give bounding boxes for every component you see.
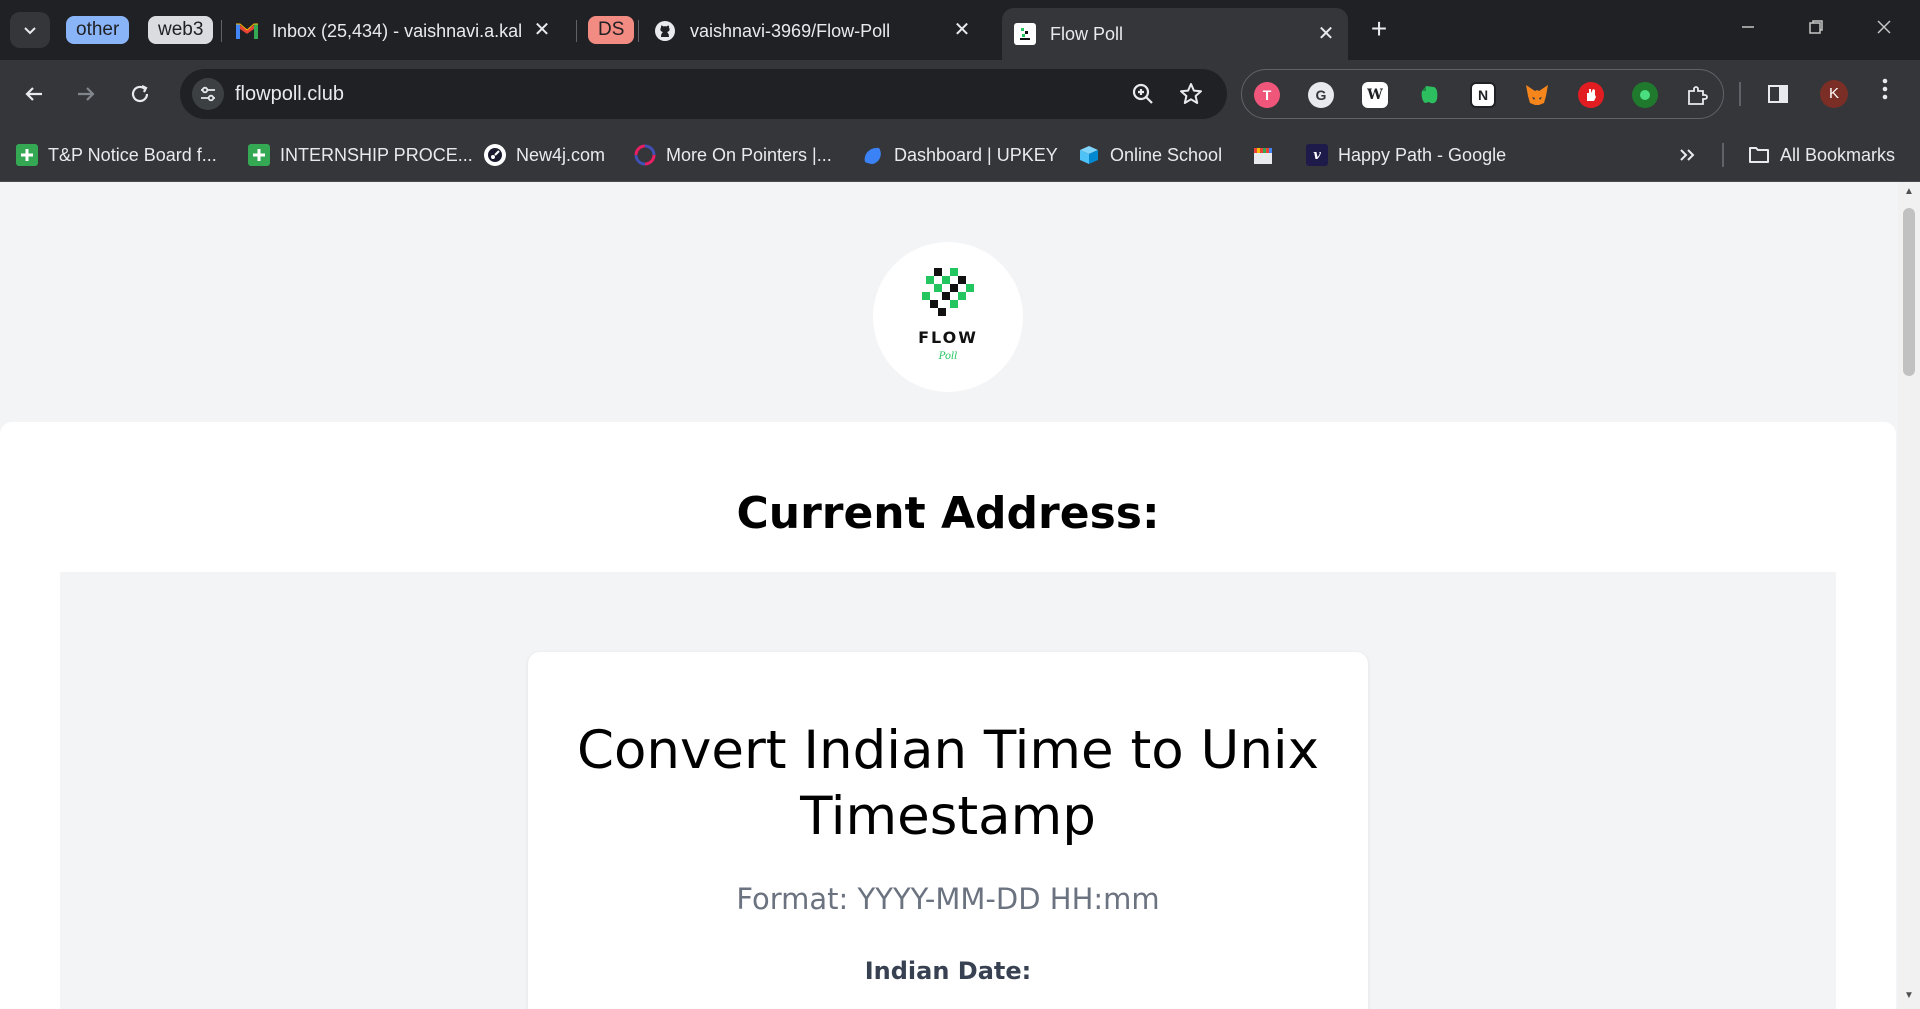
toolbar-divider <box>1739 82 1741 106</box>
back-button[interactable] <box>16 76 52 112</box>
flow-poll-logo[interactable]: FLOW Poll <box>873 242 1023 392</box>
scroll-up-icon[interactable]: ▲ <box>1903 186 1915 198</box>
scrollbar-thumb[interactable] <box>1903 208 1915 376</box>
zoom-icon[interactable] <box>1130 81 1156 107</box>
tune-icon <box>201 86 215 102</box>
adblock-hand-icon[interactable] <box>1578 82 1604 108</box>
tab-title: Inbox (25,434) - vaishnavi.a.kale <box>272 20 522 41</box>
tab-group-ds[interactable]: DS <box>588 16 635 44</box>
extension-green-dot-icon[interactable] <box>1632 82 1658 108</box>
bookmark-online-school[interactable]: Online School <box>1078 140 1222 170</box>
wikipedia-icon[interactable]: W <box>1362 82 1388 108</box>
bookmark-internship-process[interactable]: INTERNSHIP PROCE... <box>248 140 473 170</box>
bookmarks-overflow-button[interactable] <box>1678 140 1696 170</box>
arrow-right-icon <box>78 87 95 101</box>
evernote-icon[interactable] <box>1416 82 1442 108</box>
chevron-down-icon <box>24 27 36 35</box>
flowpoll-favicon <box>1014 23 1036 45</box>
reload-button[interactable] <box>122 76 158 112</box>
extension-pink-icon[interactable]: T <box>1254 82 1280 108</box>
restore-icon[interactable] <box>1801 14 1831 44</box>
folder-icon <box>1748 144 1770 166</box>
close-tab-icon[interactable]: ✕ <box>1316 24 1336 44</box>
bookmark-star-icon[interactable] <box>1178 81 1204 107</box>
all-bookmarks-button[interactable]: All Bookmarks <box>1748 140 1895 170</box>
profile-avatar[interactable]: K <box>1820 80 1848 108</box>
tab-gmail[interactable]: Inbox (25,434) - vaishnavi.a.kale ✕ <box>236 10 562 52</box>
indian-date-label: Indian Date: <box>864 957 1032 985</box>
time-converter-card: Convert Indian Time to Unix Timestamp Fo… <box>528 652 1368 1009</box>
minimize-icon[interactable] <box>1733 14 1763 44</box>
tab-title: vaishnavi-3969/Flow-Poll <box>690 20 891 41</box>
extensions-tray: T G W N <box>1241 69 1724 119</box>
puzzle-icon[interactable] <box>1684 82 1710 108</box>
sheets-icon <box>248 144 270 166</box>
pointers-icon <box>634 144 656 166</box>
tab-separator <box>638 20 639 42</box>
omnibox[interactable] <box>180 69 1227 119</box>
converter-section: Convert Indian Time to Unix Timestamp Fo… <box>60 572 1836 1009</box>
bookmark-happy-path[interactable]: v Happy Path - Google <box>1306 140 1506 170</box>
bookmarks-bar: T&P Notice Board f... INTERNSHIP PROCE..… <box>0 128 1920 182</box>
sheets-icon <box>16 144 38 166</box>
store-icon <box>1252 144 1274 166</box>
tab-group-web3[interactable]: web3 <box>148 16 214 44</box>
tab-title: Flow Poll <box>1050 23 1124 44</box>
cube-icon <box>1078 144 1100 166</box>
tab-separator <box>221 20 222 42</box>
happypath-icon: v <box>1306 144 1328 166</box>
close-tab-icon[interactable]: ✕ <box>952 20 972 40</box>
tab-flow-poll[interactable]: Flow Poll ✕ <box>1002 8 1348 60</box>
scroll-down-icon[interactable]: ▼ <box>1903 990 1915 1002</box>
tab-group-other[interactable]: other <box>66 16 130 44</box>
bookmark-new4j[interactable]: New4j.com <box>484 140 605 170</box>
new4j-icon <box>484 144 506 166</box>
address-input[interactable] <box>235 79 1035 109</box>
browser-toolbar: T G W N K <box>0 60 1920 128</box>
web-page: FLOW Poll Current Address: Convert India… <box>0 182 1898 1009</box>
tab-github[interactable]: vaishnavi-3969/Flow-Poll ✕ <box>654 10 984 52</box>
metamask-icon[interactable] <box>1524 82 1550 108</box>
double-chevron-right-icon <box>1680 149 1695 161</box>
notion-icon[interactable]: N <box>1470 82 1496 108</box>
bookmark-more-on-pointers[interactable]: More On Pointers |... <box>634 140 832 170</box>
tab-strip: other web3 Inbox (25,434) - vaishnavi.a.… <box>0 0 1920 60</box>
logo-subtitle: Poll <box>938 351 958 362</box>
current-address-heading: Current Address: <box>736 488 1160 539</box>
side-panel-button[interactable] <box>1760 76 1796 112</box>
grammarly-icon[interactable]: G <box>1308 82 1334 108</box>
tab-search-button[interactable] <box>10 12 50 48</box>
logo-mark-icon <box>922 268 974 316</box>
close-tab-icon[interactable]: ✕ <box>532 20 552 40</box>
bookmark-tp-notice-board[interactable]: T&P Notice Board f... <box>16 140 217 170</box>
github-icon <box>654 20 676 42</box>
forward-button[interactable] <box>68 76 104 112</box>
bookmark-store[interactable] <box>1252 140 1274 170</box>
side-panel-icon <box>1768 85 1788 103</box>
logo-wordmark: FLOW <box>918 328 978 347</box>
converter-format-hint: Format: YYYY-MM-DD HH:mm <box>736 882 1160 916</box>
bookmark-dashboard-upkey[interactable]: Dashboard | UPKEY <box>862 140 1058 170</box>
gmail-icon <box>236 20 258 42</box>
page-scrollbar[interactable]: ▲ ▼ <box>1898 182 1920 1009</box>
new-tab-button[interactable]: + <box>1364 14 1394 44</box>
main-card: Current Address: Convert Indian Time to … <box>0 422 1896 1009</box>
bookmarks-divider <box>1722 143 1724 167</box>
window-close-icon[interactable] <box>1869 14 1899 44</box>
upkey-icon <box>862 144 884 166</box>
tab-separator <box>576 20 577 42</box>
more-menu-icon[interactable] <box>1873 78 1897 108</box>
site-info-button[interactable] <box>192 78 224 110</box>
converter-title: Convert Indian Time to Unix Timestamp <box>577 720 1319 847</box>
reload-icon <box>131 85 149 103</box>
arrow-left-icon <box>25 87 42 101</box>
